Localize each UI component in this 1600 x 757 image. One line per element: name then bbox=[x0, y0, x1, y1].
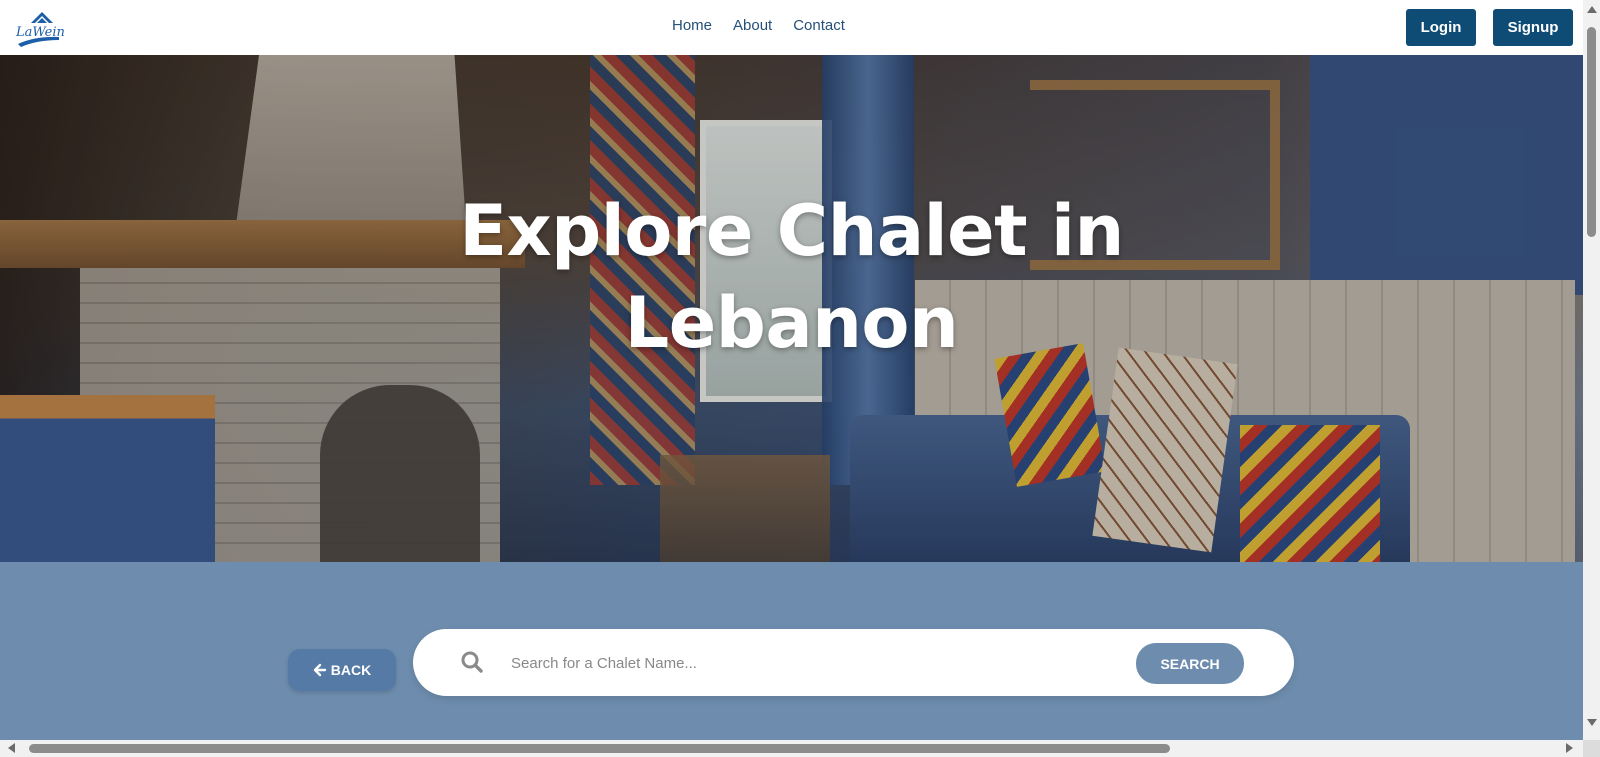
vertical-scrollbar[interactable] bbox=[1583, 0, 1600, 740]
back-button-label: BACK bbox=[330, 662, 372, 678]
horizontal-scroll-thumb[interactable] bbox=[29, 744, 1170, 753]
search-button[interactable]: SEARCH bbox=[1136, 643, 1244, 684]
search-section: BACK SEARCH bbox=[0, 562, 1583, 740]
house-roof-logo-icon: LaWein bbox=[15, 12, 65, 47]
scroll-left-arrow-icon[interactable] bbox=[8, 743, 15, 753]
hero-banner: Explore Chalet in Lebanon bbox=[0, 55, 1583, 562]
search-bar: SEARCH bbox=[413, 629, 1294, 696]
signup-button[interactable]: Signup bbox=[1493, 9, 1573, 46]
scroll-right-arrow-icon[interactable] bbox=[1566, 743, 1573, 753]
navbar: LaWein Home About Contact Login Signup bbox=[0, 0, 1583, 56]
scroll-down-arrow-icon[interactable] bbox=[1587, 719, 1597, 726]
vertical-scroll-thumb[interactable] bbox=[1587, 27, 1596, 237]
login-button[interactable]: Login bbox=[1406, 9, 1476, 46]
hero-title-line-1: Explore Chalet in bbox=[459, 190, 1124, 272]
primary-nav: Home About Contact bbox=[672, 17, 845, 34]
brand-logo[interactable]: LaWein bbox=[15, 9, 65, 47]
arrow-left-icon bbox=[313, 663, 326, 677]
nav-link-about[interactable]: About bbox=[733, 17, 772, 34]
scroll-up-arrow-icon[interactable] bbox=[1587, 6, 1597, 13]
scrollbar-corner bbox=[1583, 740, 1600, 757]
hero-title-line-2: Lebanon bbox=[624, 282, 959, 364]
search-icon bbox=[460, 650, 484, 674]
nav-link-home[interactable]: Home bbox=[672, 17, 712, 34]
search-input[interactable] bbox=[509, 647, 1113, 679]
nav-link-contact[interactable]: Contact bbox=[793, 17, 845, 34]
back-button[interactable]: BACK bbox=[288, 649, 396, 691]
hero-title: Explore Chalet in Lebanon bbox=[0, 185, 1583, 369]
horizontal-scrollbar[interactable] bbox=[0, 740, 1583, 757]
